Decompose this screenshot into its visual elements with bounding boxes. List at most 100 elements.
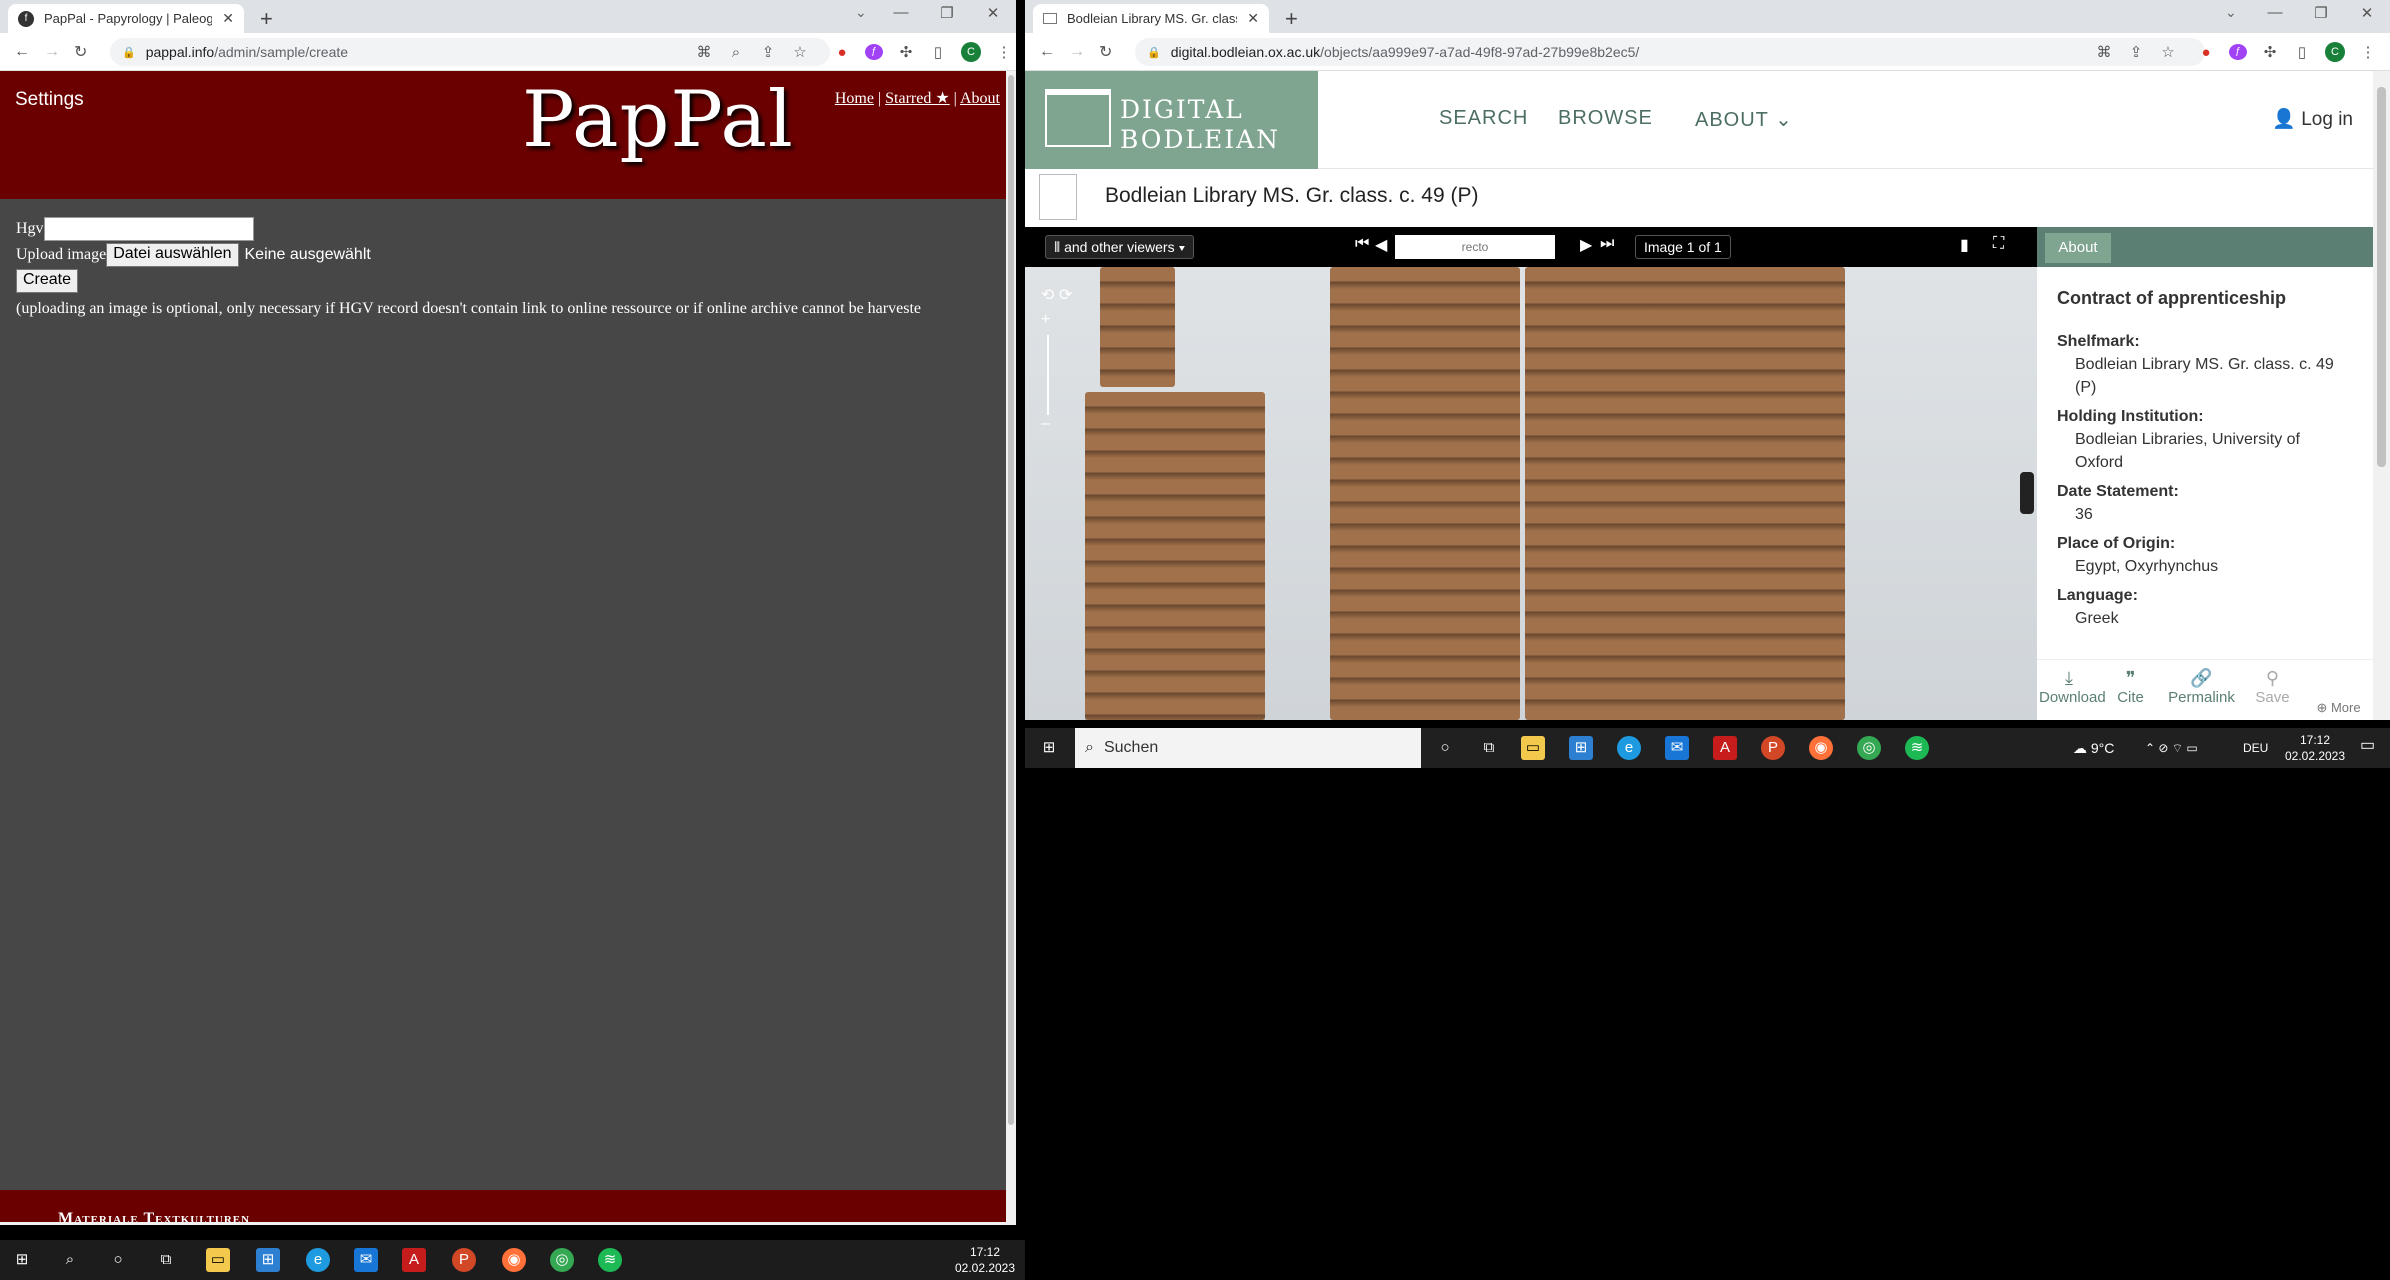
vertical-scrollbar[interactable] xyxy=(1006,71,1016,1225)
nav-home[interactable]: Home xyxy=(835,90,874,107)
spotify-icon[interactable]: ≋ xyxy=(1905,736,1929,760)
viewer-dropdown[interactable]: ⦀ and other viewers ▾ xyxy=(1045,235,1195,259)
tab-pappal[interactable]: f PapPal - Papyrology | Paleograph ✕ xyxy=(8,4,244,33)
task-view-icon[interactable]: ⧉ xyxy=(154,1248,178,1272)
extensions-puzzle-icon[interactable]: ✣ xyxy=(897,43,915,61)
first-page-icon[interactable]: ⏮ xyxy=(1355,235,1369,253)
panel-drag-handle[interactable] xyxy=(2020,472,2034,514)
clock[interactable]: 17:12 02.02.2023 xyxy=(2275,732,2355,764)
chrome-icon[interactable]: ◎ xyxy=(1857,736,1881,760)
close-window-icon[interactable]: ✕ xyxy=(2344,4,2390,22)
extension-red-icon[interactable]: ● xyxy=(833,44,851,61)
hgv-input[interactable] xyxy=(43,217,254,241)
reload-icon[interactable]: ↻ xyxy=(1099,42,1112,62)
papyrus-image[interactable]: ⟲ ⟳ + – xyxy=(1025,267,2037,720)
windows-start-icon[interactable]: ⊞ xyxy=(10,1248,34,1272)
nav-search[interactable]: SEARCH xyxy=(1439,107,1528,130)
restore-icon[interactable]: ❐ xyxy=(924,4,970,22)
profile-avatar[interactable]: C xyxy=(961,42,981,62)
save-button[interactable]: ⚲ Save xyxy=(2243,660,2302,720)
fullscreen-icon[interactable]: ⛶ xyxy=(1993,235,2004,253)
share-icon[interactable]: ⇪ xyxy=(2127,43,2145,61)
extension-purple-icon[interactable]: ƒ xyxy=(2229,44,2247,60)
acrobat-icon[interactable]: A xyxy=(1713,736,1737,760)
profile-avatar[interactable]: C xyxy=(2325,42,2345,62)
tab-bodleian[interactable]: Bodleian Library MS. Gr. class. c. ✕ xyxy=(1033,4,1269,33)
forward-icon[interactable]: → xyxy=(44,43,60,61)
acrobat-icon[interactable]: A xyxy=(402,1248,426,1272)
taskbar-search[interactable]: ⌕ Suchen xyxy=(1075,728,1421,768)
restore-icon[interactable]: ❐ xyxy=(2298,4,2344,22)
translate-icon[interactable]: ⌘ xyxy=(2095,43,2113,61)
bookmark-star-icon[interactable]: ☆ xyxy=(791,43,809,61)
bookmark-star-icon[interactable]: ☆ xyxy=(2159,43,2177,61)
reload-icon[interactable]: ↻ xyxy=(74,42,87,62)
tray-icons[interactable]: ⌃ ⊘ ⌔ ▭ xyxy=(2145,740,2198,756)
spotify-icon[interactable]: ≋ xyxy=(598,1248,622,1272)
powerpoint-icon[interactable]: P xyxy=(452,1248,476,1272)
edge-icon[interactable]: e xyxy=(1617,736,1641,760)
url-bar[interactable]: 🔒 digital.bodleian.ox.ac.uk/objects/aa99… xyxy=(1135,38,2205,66)
rotate-icon[interactable]: ⟲ ⟳ xyxy=(1041,285,1072,305)
notifications-icon[interactable]: ▭ xyxy=(2360,738,2375,754)
new-tab-button[interactable]: + xyxy=(1285,6,1298,32)
task-view-icon[interactable]: ⧉ xyxy=(1477,736,1501,760)
next-page-icon[interactable]: ▶ xyxy=(1580,235,1592,255)
menu-icon[interactable]: ⋮ xyxy=(2359,43,2377,61)
weather[interactable]: ☁ 9°C xyxy=(2073,740,2114,756)
edge-icon[interactable]: e xyxy=(306,1248,330,1272)
file-explorer-icon[interactable]: ▭ xyxy=(206,1248,230,1272)
tab-about[interactable]: About xyxy=(2045,233,2111,263)
horizontal-scrollbar[interactable] xyxy=(0,1222,1006,1225)
mail-icon[interactable]: ✉ xyxy=(1665,736,1689,760)
cortana-icon[interactable]: ○ xyxy=(106,1248,130,1272)
settings-link[interactable]: Settings xyxy=(15,89,84,111)
chrome-icon[interactable]: ◎ xyxy=(550,1248,574,1272)
nav-browse[interactable]: BROWSE xyxy=(1558,107,1653,130)
close-tab-icon[interactable]: ✕ xyxy=(222,10,234,27)
back-icon[interactable]: ← xyxy=(14,43,30,61)
minimize-icon[interactable]: — xyxy=(2252,4,2298,22)
zoom-in-icon[interactable]: + xyxy=(1041,311,1072,329)
file-explorer-icon[interactable]: ▭ xyxy=(1521,736,1545,760)
sidepanel-icon[interactable]: ▯ xyxy=(929,43,947,61)
permalink-button[interactable]: 🔗 Permalink xyxy=(2162,660,2241,720)
zoom-out-icon[interactable]: – xyxy=(1041,415,1072,433)
store-icon[interactable]: ⊞ xyxy=(256,1248,280,1272)
search-icon[interactable]: ⌕ xyxy=(58,1248,82,1272)
single-page-view-icon[interactable]: ▮ xyxy=(1960,235,1969,255)
mail-icon[interactable]: ✉ xyxy=(354,1248,378,1272)
firefox-icon[interactable]: ◉ xyxy=(502,1248,526,1272)
digital-bodleian-logo[interactable]: DIGITAL BODLEIAN xyxy=(1025,71,1318,169)
nav-about[interactable]: ABOUT ⌄ xyxy=(1695,107,1793,132)
back-icon[interactable]: ← xyxy=(1039,43,1055,61)
extension-purple-icon[interactable]: ƒ xyxy=(865,44,883,60)
forward-icon[interactable]: → xyxy=(1069,43,1085,61)
extensions-puzzle-icon[interactable]: ✣ xyxy=(2261,43,2279,61)
pappal-logo[interactable]: PapPal xyxy=(522,75,794,165)
zoom-icon[interactable]: ⌕ xyxy=(727,44,745,61)
more-button[interactable]: ⊕ More xyxy=(2304,700,2373,720)
cite-button[interactable]: ❞ Cite xyxy=(2101,660,2160,720)
cortana-icon[interactable]: ○ xyxy=(1433,736,1457,760)
nav-starred[interactable]: Starred ★ xyxy=(885,90,950,107)
vertical-scrollbar[interactable] xyxy=(2373,71,2390,720)
store-icon[interactable]: ⊞ xyxy=(1569,736,1593,760)
choose-file-button[interactable]: Datei auswählen xyxy=(106,243,239,267)
close-tab-icon[interactable]: ✕ xyxy=(1247,10,1259,27)
download-button[interactable]: ⤓ Download xyxy=(2039,660,2106,720)
tab-search-icon[interactable]: ⌄ xyxy=(2225,4,2237,21)
windows-start-icon[interactable]: ⊞ xyxy=(1037,736,1061,760)
tab-search-icon[interactable]: ⌄ xyxy=(855,4,867,21)
last-page-icon[interactable]: ⏭ xyxy=(1600,235,1614,253)
powerpoint-icon[interactable]: P xyxy=(1761,736,1785,760)
menu-icon[interactable]: ⋮ xyxy=(995,43,1013,61)
share-icon[interactable]: ⇪ xyxy=(759,43,777,61)
login-link[interactable]: 👤 Log in xyxy=(2272,107,2353,131)
new-tab-button[interactable]: + xyxy=(260,6,273,32)
create-button[interactable]: Create xyxy=(16,269,79,293)
close-window-icon[interactable]: ✕ xyxy=(970,4,1016,22)
clock[interactable]: 17:12 02.02.2023 xyxy=(950,1244,1020,1276)
minimize-icon[interactable]: — xyxy=(878,4,924,22)
firefox-icon[interactable]: ◉ xyxy=(1809,736,1833,760)
